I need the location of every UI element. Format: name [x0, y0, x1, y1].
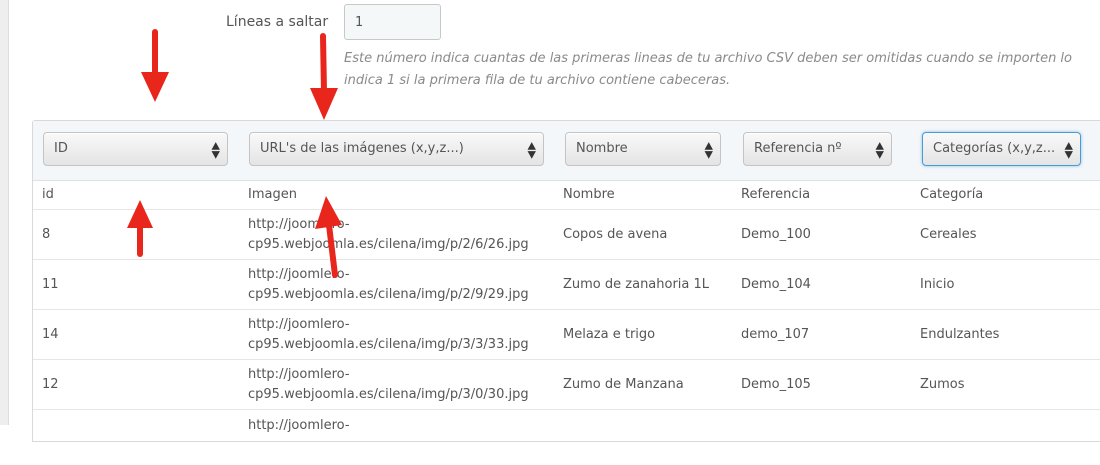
cell-nombre: Zumo de zanahoria 1L: [563, 276, 710, 292]
cell-imagen: http://joomlero-cp95.webjoomla.es/cilena…: [248, 260, 548, 309]
cell-referencia: Demo_100: [741, 226, 811, 242]
updown-arrows-icon: ▲ ▼: [875, 139, 884, 161]
help-text-line-2: indica 1 si la primera fila de tu archiv…: [344, 73, 731, 88]
help-text-line-1: Este número indica cuantas de las primer…: [344, 51, 1072, 66]
cell-categoria: Zumos: [920, 376, 965, 392]
cell-imagen-line: http://joomlero-: [248, 418, 350, 433]
mapping-select-1[interactable]: ID ▲ ▼: [43, 132, 228, 166]
cell-id: 14: [42, 326, 59, 342]
mapping-select-4-value: Referencia nº: [754, 141, 842, 156]
mapping-select-3[interactable]: Nombre ▲ ▼: [565, 132, 721, 166]
preview-table: id Imagen Nombre Referencia Categoría 8 …: [33, 181, 1100, 459]
mapping-select-3-value: Nombre: [576, 141, 628, 156]
cell-imagen-line: http://joomlero-: [248, 316, 350, 332]
updown-arrows-icon: ▲ ▼: [1064, 139, 1073, 161]
cell-imagen-line: cp95.webjoomla.es/cilena/img/p/3/3/33.jp…: [248, 336, 529, 352]
mapping-select-5-value: Categorías (x,y,z...: [933, 141, 1056, 156]
column-header-categoria: Categoría: [920, 187, 984, 202]
cell-referencia: Demo_104: [741, 276, 811, 292]
mapping-select-5[interactable]: Categorías (x,y,z... ▲ ▼: [922, 132, 1081, 166]
cell-categoria: Endulzantes: [920, 326, 1000, 342]
table-row: 12 http://joomlero-cp95.webjoomla.es/cil…: [33, 360, 1100, 410]
cell-nombre: Zumo de Manzana: [563, 376, 684, 392]
cell-referencia: Demo_105: [741, 376, 811, 392]
skip-lines-label: Líneas a saltar: [226, 14, 329, 30]
cell-imagen-line: http://joomlero-: [248, 266, 350, 282]
red-arrow-icon: [141, 29, 169, 102]
table-header: id Imagen Nombre Referencia Categoría: [33, 181, 1100, 210]
column-header-id: id: [42, 187, 54, 202]
left-border: [0, 0, 9, 425]
cell-nombre: Copos de avena: [563, 226, 668, 242]
table-row: http://joomlero-: [33, 410, 1100, 459]
mapping-select-1-value: ID: [54, 141, 68, 156]
red-arrow-icon: [310, 33, 338, 120]
cell-id: 11: [42, 276, 59, 292]
updown-arrows-icon: ▲ ▼: [527, 139, 536, 161]
updown-arrows-icon: ▲ ▼: [211, 139, 220, 161]
cell-nombre: Melaza e trigo: [563, 326, 656, 342]
cell-imagen-line: cp95.webjoomla.es/cilena/img/p/2/9/29.jp…: [248, 286, 529, 302]
cell-id: [42, 410, 232, 459]
mapping-select-2-value: URL's de las imágenes (x,y,z...): [260, 141, 464, 156]
column-mapping-bar: ID ▲ ▼ URL's de las imágenes (x,y,z...) ▲…: [33, 121, 1100, 181]
skip-lines-input[interactable]: [344, 4, 441, 40]
table-row: 14 http://joomlero-cp95.webjoomla.es/cil…: [33, 310, 1100, 360]
column-header-referencia: Referencia: [741, 187, 811, 202]
cell-imagen-line: http://joomlero-: [248, 366, 350, 382]
column-header-imagen: Imagen: [248, 187, 297, 202]
cell-categoria: Cereales: [920, 226, 977, 242]
cell-id: 8: [42, 226, 51, 242]
cell-imagen-line: cp95.webjoomla.es/cilena/img/p/3/0/30.jp…: [248, 386, 529, 402]
table-row: 11 http://joomlero-cp95.webjoomla.es/cil…: [33, 260, 1100, 310]
mapping-select-2[interactable]: URL's de las imágenes (x,y,z...) ▲ ▼: [249, 132, 544, 166]
skip-lines-help: Este número indica cuantas de las primer…: [344, 48, 1100, 92]
cell-imagen-line: cp95.webjoomla.es/cilena/img/p/2/6/26.jp…: [248, 236, 529, 252]
cell-imagen-line: http://joomlero-: [248, 216, 350, 232]
import-preview-panel: ID ▲ ▼ URL's de las imágenes (x,y,z...) ▲…: [32, 120, 1100, 442]
cell-imagen: http://joomlero-cp95.webjoomla.es/cilena…: [248, 310, 548, 359]
cell-imagen: http://joomlero-cp95.webjoomla.es/cilena…: [248, 360, 548, 409]
cell-imagen: http://joomlero-: [248, 410, 548, 465]
cell-imagen: http://joomlero-cp95.webjoomla.es/cilena…: [248, 210, 548, 259]
cell-categoria: Inicio: [920, 276, 955, 292]
cell-referencia: demo_107: [741, 326, 810, 342]
column-header-nombre: Nombre: [563, 187, 615, 202]
updown-arrows-icon: ▲ ▼: [704, 139, 713, 161]
cell-id: 12: [42, 376, 59, 392]
table-row: 8 http://joomlero-cp95.webjoomla.es/cile…: [33, 210, 1100, 260]
mapping-select-4[interactable]: Referencia nº ▲ ▼: [743, 132, 892, 166]
